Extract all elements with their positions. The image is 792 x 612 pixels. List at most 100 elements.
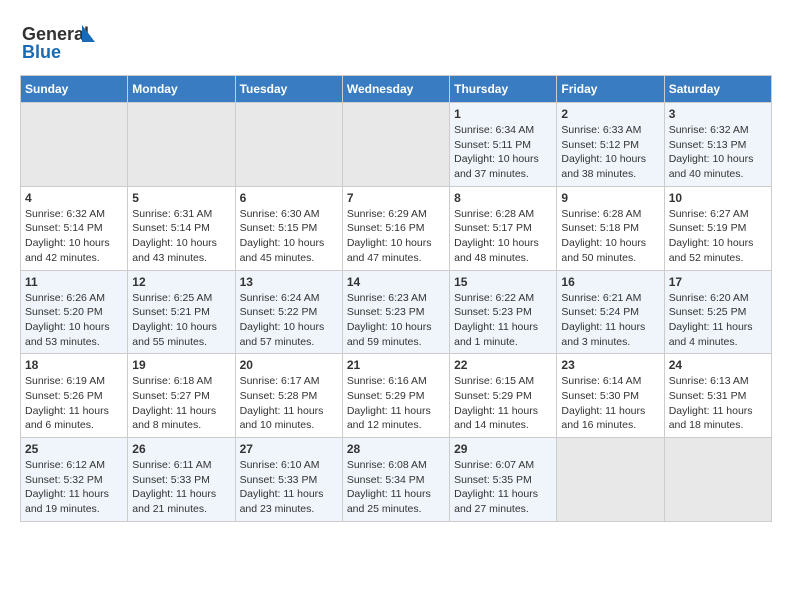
calendar-cell: 19 Sunrise: 6:18 AMSunset: 5:27 PMDayligh… xyxy=(128,354,235,438)
calendar-week-row: 1Sunrise: 6:34 AMSunset: 5:11 PMDaylight… xyxy=(21,103,772,187)
calendar-week-row: 11 Sunrise: 6:26 AMSunset: 5:20 PMDayligh… xyxy=(21,270,772,354)
calendar-cell: 20 Sunrise: 6:17 AMSunset: 5:28 PMDayligh… xyxy=(235,354,342,438)
day-number: 20 xyxy=(240,358,338,372)
day-info: Sunrise: 6:20 AMSunset: 5:25 PMDaylight:… xyxy=(669,291,767,350)
day-info: Sunrise: 6:15 AMSunset: 5:29 PMDaylight:… xyxy=(454,374,552,433)
day-number: 17 xyxy=(669,275,767,289)
day-info: Sunrise: 6:32 AMSunset: 5:13 PMDaylight:… xyxy=(669,123,767,182)
calendar-cell: 6 Sunrise: 6:30 AMSunset: 5:15 PMDaylight… xyxy=(235,186,342,270)
day-number: 15 xyxy=(454,275,552,289)
calendar-cell: 24 Sunrise: 6:13 AMSunset: 5:31 PMDayligh… xyxy=(664,354,771,438)
calendar-cell: 21 Sunrise: 6:16 AMSunset: 5:29 PMDayligh… xyxy=(342,354,449,438)
day-info: Sunrise: 6:29 AMSunset: 5:16 PMDaylight:… xyxy=(347,207,445,266)
calendar-cell: 29 Sunrise: 6:07 AMSunset: 5:35 PMDayligh… xyxy=(450,438,557,522)
calendar-cell: 16 Sunrise: 6:21 AMSunset: 5:24 PMDayligh… xyxy=(557,270,664,354)
day-info: Sunrise: 6:27 AMSunset: 5:19 PMDaylight:… xyxy=(669,207,767,266)
day-info: Sunrise: 6:13 AMSunset: 5:31 PMDaylight:… xyxy=(669,374,767,433)
day-info: Sunrise: 6:30 AMSunset: 5:15 PMDaylight:… xyxy=(240,207,338,266)
day-info: Sunrise: 6:24 AMSunset: 5:22 PMDaylight:… xyxy=(240,291,338,350)
day-info: Sunrise: 6:25 AMSunset: 5:21 PMDaylight:… xyxy=(132,291,230,350)
day-number: 1 xyxy=(454,107,552,121)
calendar-cell xyxy=(128,103,235,187)
day-info: Sunrise: 6:16 AMSunset: 5:29 PMDaylight:… xyxy=(347,374,445,433)
day-number: 29 xyxy=(454,442,552,456)
header-saturday: Saturday xyxy=(664,76,771,103)
day-number: 4 xyxy=(25,191,123,205)
header-thursday: Thursday xyxy=(450,76,557,103)
calendar-cell: 9 Sunrise: 6:28 AMSunset: 5:18 PMDaylight… xyxy=(557,186,664,270)
day-info: Sunrise: 6:26 AMSunset: 5:20 PMDaylight:… xyxy=(25,291,123,350)
calendar-cell xyxy=(235,103,342,187)
day-info: Sunrise: 6:31 AMSunset: 5:14 PMDaylight:… xyxy=(132,207,230,266)
day-number: 3 xyxy=(669,107,767,121)
day-number: 10 xyxy=(669,191,767,205)
day-number: 27 xyxy=(240,442,338,456)
day-number: 21 xyxy=(347,358,445,372)
calendar-cell: 18Sunrise: 6:19 AMSunset: 5:26 PMDayligh… xyxy=(21,354,128,438)
calendar-cell: 1Sunrise: 6:34 AMSunset: 5:11 PMDaylight… xyxy=(450,103,557,187)
calendar-cell xyxy=(664,438,771,522)
day-number: 26 xyxy=(132,442,230,456)
day-number: 2 xyxy=(561,107,659,121)
header-wednesday: Wednesday xyxy=(342,76,449,103)
calendar-cell: 14 Sunrise: 6:23 AMSunset: 5:23 PMDayligh… xyxy=(342,270,449,354)
day-info: Sunrise: 6:28 AMSunset: 5:17 PMDaylight:… xyxy=(454,207,552,266)
calendar-cell xyxy=(21,103,128,187)
header-monday: Monday xyxy=(128,76,235,103)
day-info: Sunrise: 6:19 AMSunset: 5:26 PMDaylight:… xyxy=(25,374,123,433)
logo-svg: GeneralBlue xyxy=(20,20,100,65)
calendar-cell: 15 Sunrise: 6:22 AMSunset: 5:23 PMDayligh… xyxy=(450,270,557,354)
calendar-cell: 7 Sunrise: 6:29 AMSunset: 5:16 PMDaylight… xyxy=(342,186,449,270)
calendar-cell: 26 Sunrise: 6:11 AMSunset: 5:33 PMDayligh… xyxy=(128,438,235,522)
day-number: 19 xyxy=(132,358,230,372)
day-number: 16 xyxy=(561,275,659,289)
calendar-cell: 25 Sunrise: 6:12 AMSunset: 5:32 PMDayligh… xyxy=(21,438,128,522)
day-number: 9 xyxy=(561,191,659,205)
day-number: 25 xyxy=(25,442,123,456)
day-info: Sunrise: 6:28 AMSunset: 5:18 PMDaylight:… xyxy=(561,207,659,266)
day-info: Sunrise: 6:21 AMSunset: 5:24 PMDaylight:… xyxy=(561,291,659,350)
day-info: Sunrise: 6:32 AMSunset: 5:14 PMDaylight:… xyxy=(25,207,123,266)
header: GeneralBlue xyxy=(20,20,772,65)
day-number: 14 xyxy=(347,275,445,289)
day-number: 24 xyxy=(669,358,767,372)
day-number: 8 xyxy=(454,191,552,205)
day-info: Sunrise: 6:14 AMSunset: 5:30 PMDaylight:… xyxy=(561,374,659,433)
calendar-cell: 4 Sunrise: 6:32 AMSunset: 5:14 PMDaylight… xyxy=(21,186,128,270)
calendar-cell: 11 Sunrise: 6:26 AMSunset: 5:20 PMDayligh… xyxy=(21,270,128,354)
calendar-week-row: 4 Sunrise: 6:32 AMSunset: 5:14 PMDaylight… xyxy=(21,186,772,270)
calendar-week-row: 18Sunrise: 6:19 AMSunset: 5:26 PMDayligh… xyxy=(21,354,772,438)
header-tuesday: Tuesday xyxy=(235,76,342,103)
calendar-cell xyxy=(342,103,449,187)
calendar-week-row: 25 Sunrise: 6:12 AMSunset: 5:32 PMDayligh… xyxy=(21,438,772,522)
day-number: 11 xyxy=(25,275,123,289)
calendar-cell: 5 Sunrise: 6:31 AMSunset: 5:14 PMDaylight… xyxy=(128,186,235,270)
day-info: Sunrise: 6:22 AMSunset: 5:23 PMDaylight:… xyxy=(454,291,552,350)
logo: GeneralBlue xyxy=(20,20,100,65)
day-info: Sunrise: 6:07 AMSunset: 5:35 PMDaylight:… xyxy=(454,458,552,517)
day-number: 5 xyxy=(132,191,230,205)
svg-text:Blue: Blue xyxy=(22,42,61,62)
calendar-cell: 3 Sunrise: 6:32 AMSunset: 5:13 PMDaylight… xyxy=(664,103,771,187)
day-number: 6 xyxy=(240,191,338,205)
calendar-cell: 10 Sunrise: 6:27 AMSunset: 5:19 PMDayligh… xyxy=(664,186,771,270)
calendar-header-row: SundayMondayTuesdayWednesdayThursdayFrid… xyxy=(21,76,772,103)
day-info: Sunrise: 6:10 AMSunset: 5:33 PMDaylight:… xyxy=(240,458,338,517)
calendar-cell: 12 Sunrise: 6:25 AMSunset: 5:21 PMDayligh… xyxy=(128,270,235,354)
day-info: Sunrise: 6:23 AMSunset: 5:23 PMDaylight:… xyxy=(347,291,445,350)
calendar-cell: 28Sunrise: 6:08 AMSunset: 5:34 PMDayligh… xyxy=(342,438,449,522)
day-number: 13 xyxy=(240,275,338,289)
day-number: 7 xyxy=(347,191,445,205)
day-info: Sunrise: 6:33 AMSunset: 5:12 PMDaylight:… xyxy=(561,123,659,182)
day-info: Sunrise: 6:17 AMSunset: 5:28 PMDaylight:… xyxy=(240,374,338,433)
day-info: Sunrise: 6:11 AMSunset: 5:33 PMDaylight:… xyxy=(132,458,230,517)
day-info: Sunrise: 6:18 AMSunset: 5:27 PMDaylight:… xyxy=(132,374,230,433)
day-number: 28 xyxy=(347,442,445,456)
day-number: 12 xyxy=(132,275,230,289)
calendar-cell: 8 Sunrise: 6:28 AMSunset: 5:17 PMDaylight… xyxy=(450,186,557,270)
svg-text:General: General xyxy=(22,24,89,44)
calendar-cell: 23Sunrise: 6:14 AMSunset: 5:30 PMDayligh… xyxy=(557,354,664,438)
calendar-cell: 27 Sunrise: 6:10 AMSunset: 5:33 PMDayligh… xyxy=(235,438,342,522)
calendar-cell xyxy=(557,438,664,522)
day-info: Sunrise: 6:12 AMSunset: 5:32 PMDaylight:… xyxy=(25,458,123,517)
